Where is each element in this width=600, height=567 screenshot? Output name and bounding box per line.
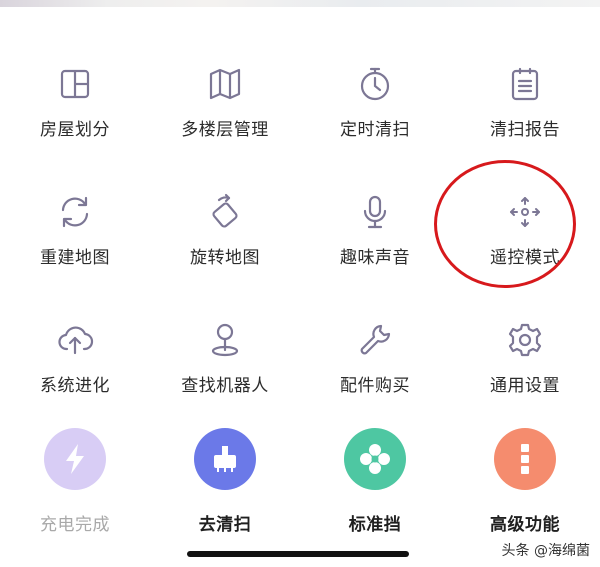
menu-item-label: 趣味声音 bbox=[340, 248, 410, 268]
cloud-upload-icon bbox=[55, 320, 95, 360]
feature-menu-panel: 房屋划分 多楼层管理 定时清扫 清扫报告 重建地图 旋转地图 趣味声音 遥控模式… bbox=[0, 7, 600, 567]
feature-row: 重建地图 旋转地图 趣味声音 遥控模式 bbox=[0, 175, 600, 303]
microphone-icon bbox=[355, 192, 395, 232]
menu-item-label: 清扫报告 bbox=[490, 120, 560, 140]
menu-item-label: 多楼层管理 bbox=[181, 120, 269, 140]
map-icon bbox=[205, 64, 245, 104]
menu-item-label: 配件购买 bbox=[340, 376, 410, 396]
remote-control-icon bbox=[505, 192, 545, 232]
feature-row: 房屋划分 多楼层管理 定时清扫 清扫报告 bbox=[0, 47, 600, 175]
menu-item-label: 重建地图 bbox=[40, 248, 110, 268]
menu-item-remote-control[interactable]: 遥控模式 bbox=[450, 175, 600, 303]
action-suction-level[interactable]: 标准挡 bbox=[300, 428, 450, 559]
settings-gear-icon bbox=[505, 320, 545, 360]
menu-item-label: 旋转地图 bbox=[190, 248, 260, 268]
home-indicator-bar[interactable] bbox=[187, 551, 409, 557]
menu-item-multi-floor[interactable]: 多楼层管理 bbox=[150, 47, 300, 175]
menu-item-general-settings[interactable]: 通用设置 bbox=[450, 303, 600, 431]
menu-item-label: 遥控模式 bbox=[490, 248, 560, 268]
fan-icon bbox=[344, 428, 406, 490]
menu-item-label: 通用设置 bbox=[490, 376, 560, 396]
action-label: 高级功能 bbox=[490, 515, 560, 535]
refresh-icon bbox=[55, 192, 95, 232]
room-division-icon bbox=[55, 64, 95, 104]
menu-item-rebuild-map[interactable]: 重建地图 bbox=[0, 175, 150, 303]
action-label: 去清扫 bbox=[198, 515, 252, 535]
timer-icon bbox=[355, 64, 395, 104]
vacuum-brush-icon bbox=[194, 428, 256, 490]
menu-item-fun-sound[interactable]: 趣味声音 bbox=[300, 175, 450, 303]
lightning-icon bbox=[44, 428, 106, 490]
report-icon bbox=[505, 64, 545, 104]
more-vertical-icon bbox=[494, 428, 556, 490]
menu-item-label: 房屋划分 bbox=[40, 120, 110, 140]
watermark-text: 头条 @海绵菌 bbox=[501, 543, 590, 559]
menu-item-label: 查找机器人 bbox=[181, 376, 269, 396]
feature-row: 系统进化 查找机器人 配件购买 通用设置 bbox=[0, 303, 600, 431]
rotate-icon bbox=[205, 192, 245, 232]
menu-item-system-update[interactable]: 系统进化 bbox=[0, 303, 150, 431]
location-pin-icon bbox=[205, 320, 245, 360]
wrench-icon bbox=[355, 320, 395, 360]
menu-item-rotate-map[interactable]: 旋转地图 bbox=[150, 175, 300, 303]
menu-item-label: 定时清扫 bbox=[340, 120, 410, 140]
action-charge-status: 充电完成 bbox=[0, 428, 150, 559]
menu-item-label: 系统进化 bbox=[40, 376, 110, 396]
menu-item-find-robot[interactable]: 查找机器人 bbox=[150, 303, 300, 431]
menu-item-clean-report[interactable]: 清扫报告 bbox=[450, 47, 600, 175]
feature-grid: 房屋划分 多楼层管理 定时清扫 清扫报告 重建地图 旋转地图 趣味声音 遥控模式… bbox=[0, 47, 600, 559]
top-image-strip bbox=[0, 0, 600, 7]
menu-item-scheduled-clean[interactable]: 定时清扫 bbox=[300, 47, 450, 175]
action-label: 标准挡 bbox=[348, 515, 402, 535]
action-start-clean[interactable]: 去清扫 bbox=[150, 428, 300, 559]
menu-item-room-division[interactable]: 房屋划分 bbox=[0, 47, 150, 175]
menu-item-buy-parts[interactable]: 配件购买 bbox=[300, 303, 450, 431]
action-label: 充电完成 bbox=[40, 515, 110, 535]
